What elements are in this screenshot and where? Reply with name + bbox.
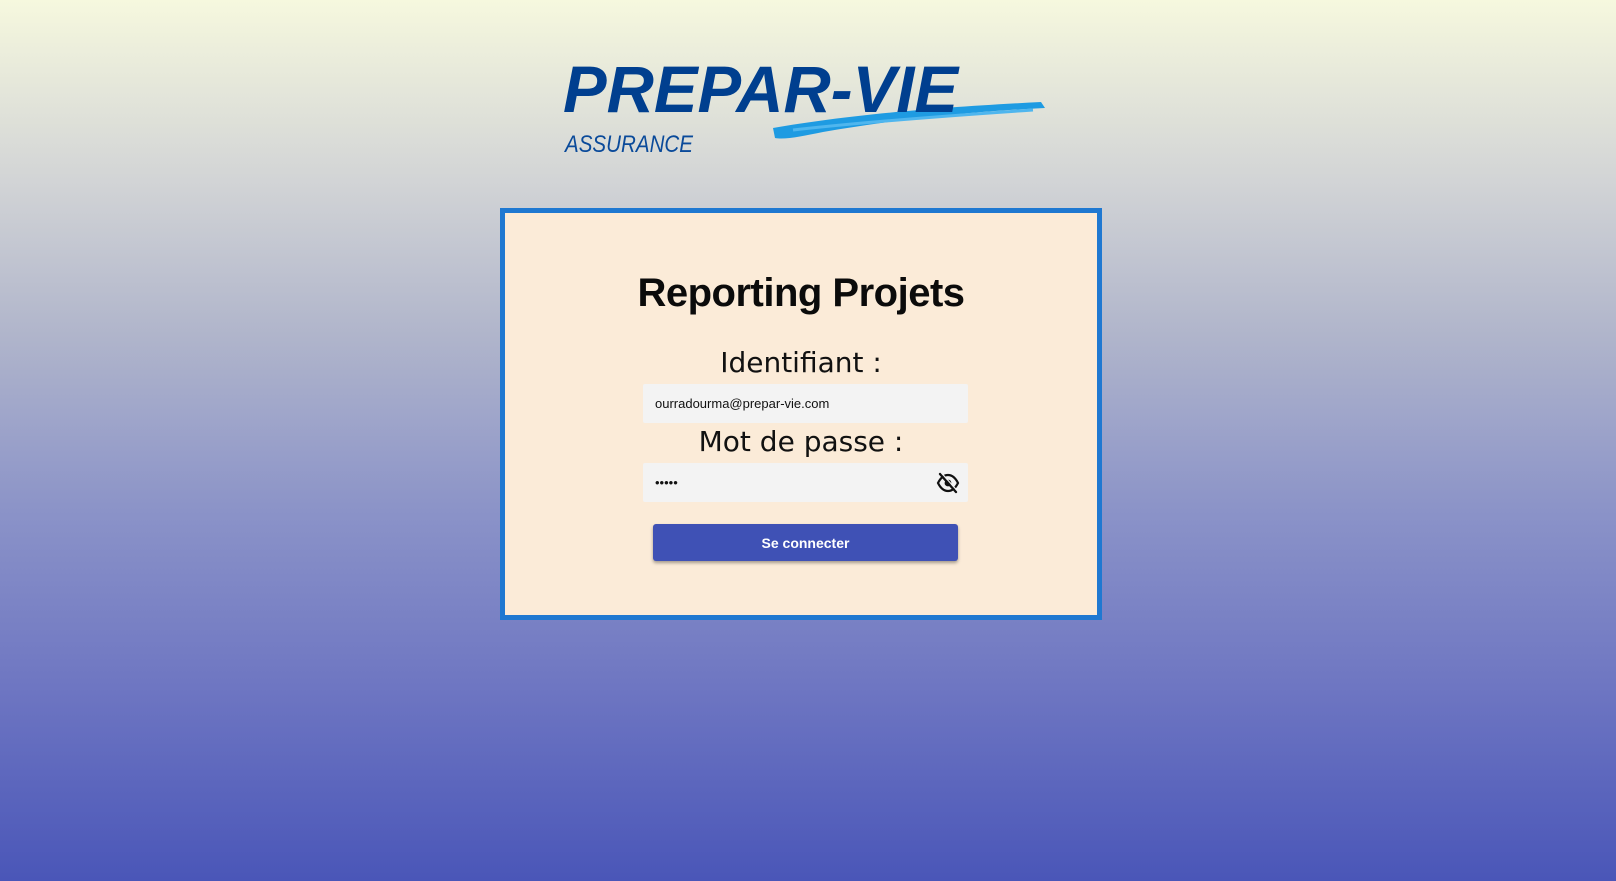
password-label: Mot de passe :: [698, 425, 904, 458]
login-button[interactable]: Se connecter: [653, 524, 958, 561]
svg-text:PREPAR-VIE: PREPAR-VIE: [563, 52, 960, 126]
username-field-container: [643, 384, 968, 423]
login-card: Reporting Projets Identifiant : Mot de p…: [500, 208, 1102, 620]
eye-off-icon[interactable]: [936, 472, 960, 494]
username-label: Identifiant :: [720, 346, 882, 379]
username-input[interactable]: [643, 384, 968, 423]
svg-text:ASSURANCE: ASSURANCE: [563, 131, 694, 158]
prepar-vie-logo: PREPAR-VIE ASSURANCE: [563, 50, 1053, 165]
password-field-container: [643, 463, 968, 502]
page-title: Reporting Projets: [637, 271, 965, 315]
password-input[interactable]: [643, 463, 968, 502]
